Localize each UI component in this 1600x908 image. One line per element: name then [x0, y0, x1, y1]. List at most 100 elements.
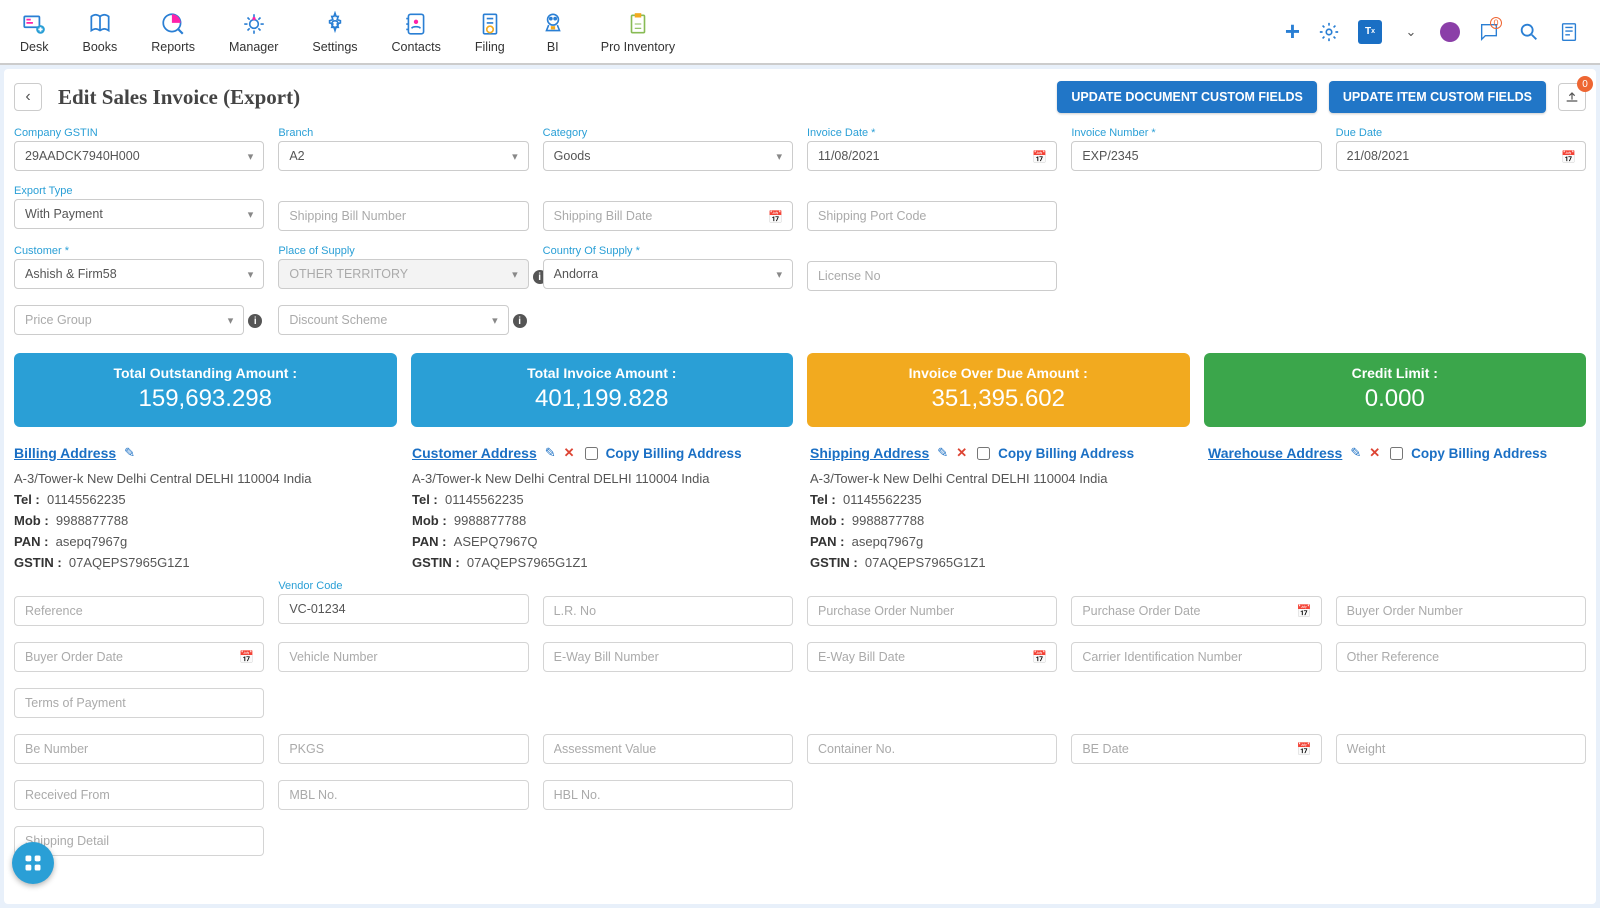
notification-icon[interactable]: 0	[1478, 21, 1500, 43]
info-icon[interactable]: i	[248, 314, 262, 328]
field-input[interactable]	[278, 594, 528, 624]
be-date-field[interactable]: 📅	[1071, 734, 1321, 764]
nav-items: Desk Books Reports Manager Settings Cont…	[20, 10, 675, 54]
shipping-bill-no-field[interactable]	[278, 185, 528, 231]
info-icon[interactable]: i	[513, 314, 527, 328]
field-value: OTHER TERRITORY	[289, 267, 408, 281]
received-from-field[interactable]	[14, 780, 264, 810]
country-of-supply-field[interactable]: Country Of Supply * Andorra	[543, 245, 793, 291]
customer-field[interactable]: Customer * Ashish & Firm58	[14, 245, 264, 291]
shipping-detail-field[interactable]	[14, 826, 264, 856]
upload-button[interactable]: 0	[1558, 83, 1586, 111]
purple-badge-icon[interactable]	[1440, 22, 1460, 42]
add-icon[interactable]: +	[1285, 16, 1300, 47]
invoice-number-field[interactable]: Invoice Number *	[1071, 127, 1321, 171]
calendar-icon[interactable]: 📅	[768, 210, 783, 224]
delete-icon[interactable]: ✕	[1369, 445, 1380, 461]
calendar-icon[interactable]: 📅	[1032, 650, 1047, 664]
field-input[interactable]	[807, 141, 1057, 171]
nav-settings[interactable]: Settings	[312, 10, 357, 54]
stat-value: 351,395.602	[815, 385, 1182, 413]
due-date-field[interactable]: Due Date 📅	[1336, 127, 1586, 171]
warehouse-address-title[interactable]: Warehouse Address	[1208, 445, 1342, 461]
field-value: Andorra	[554, 267, 598, 281]
delete-icon[interactable]: ✕	[564, 445, 575, 461]
edit-icon[interactable]: ✎	[1350, 445, 1361, 461]
field-input[interactable]	[543, 201, 793, 231]
terms-field[interactable]	[14, 688, 264, 718]
calendar-icon[interactable]: 📅	[1032, 150, 1047, 164]
settings-icon	[321, 10, 349, 38]
doc-icon[interactable]	[1558, 21, 1580, 43]
nav-contacts[interactable]: Contacts	[392, 10, 441, 54]
branch-field[interactable]: Branch A2	[278, 127, 528, 171]
billing-address-block: Billing Address ✎ A-3/Tower-k New Delhi …	[14, 445, 392, 576]
nav-books[interactable]: Books	[82, 10, 117, 54]
shipping-address-title[interactable]: Shipping Address	[810, 445, 929, 461]
edit-icon[interactable]: ✎	[937, 445, 948, 461]
nav-bi[interactable]: BI	[539, 10, 567, 54]
buyer-order-no-field[interactable]	[1336, 596, 1586, 626]
app-launcher-button[interactable]	[12, 842, 54, 884]
copy-billing-checkbox[interactable]	[1390, 447, 1403, 460]
eway-date-field[interactable]: 📅	[807, 642, 1057, 672]
field-input[interactable]	[807, 201, 1057, 231]
place-of-supply-field[interactable]: Place of Supply OTHER TERRITORY i	[278, 245, 528, 291]
field-input[interactable]	[1336, 141, 1586, 171]
nav-label: Settings	[312, 40, 357, 54]
discount-scheme-field[interactable]: Discount Scheme i	[278, 305, 508, 335]
customer-address-title[interactable]: Customer Address	[412, 445, 537, 461]
export-type-field[interactable]: Export Type With Payment	[14, 185, 264, 231]
other-ref-field[interactable]	[1336, 642, 1586, 672]
update-doc-cf-button[interactable]: UPDATE DOCUMENT CUSTOM FIELDS	[1057, 81, 1316, 113]
company-gstin-field[interactable]: Company GSTIN 29AADCK7940H000	[14, 127, 264, 171]
po-no-field[interactable]	[807, 596, 1057, 626]
gear-icon[interactable]	[1318, 21, 1340, 43]
shipping-port-field[interactable]	[807, 185, 1057, 231]
field-input[interactable]	[807, 261, 1057, 291]
chevron-down-icon[interactable]: ⌄	[1400, 21, 1422, 43]
shipping-bill-date-field[interactable]: 📅	[543, 185, 793, 231]
hbl-field[interactable]	[543, 780, 793, 810]
po-date-field[interactable]: 📅	[1071, 596, 1321, 626]
field-input[interactable]	[1071, 141, 1321, 171]
lr-no-field[interactable]	[543, 596, 793, 626]
copy-billing-checkbox[interactable]	[585, 447, 598, 460]
billing-address-title[interactable]: Billing Address	[14, 445, 116, 461]
buyer-order-date-field[interactable]: 📅	[14, 642, 264, 672]
nav-pro-inventory[interactable]: Pro Inventory	[601, 10, 675, 54]
nav-manager[interactable]: Manager	[229, 10, 278, 54]
field-input[interactable]	[278, 201, 528, 231]
search-icon[interactable]	[1518, 21, 1540, 43]
vendor-code-field[interactable]: Vendor Code	[278, 580, 528, 626]
field-label: Vendor Code	[278, 580, 528, 592]
license-no-field[interactable]	[807, 245, 1057, 291]
copy-billing-checkbox[interactable]	[977, 447, 990, 460]
category-field[interactable]: Category Goods	[543, 127, 793, 171]
tally-icon[interactable]: Tx	[1358, 20, 1382, 44]
eway-no-field[interactable]	[543, 642, 793, 672]
calendar-icon[interactable]: 📅	[1297, 742, 1312, 756]
be-no-field[interactable]	[14, 734, 264, 764]
weight-field[interactable]	[1336, 734, 1586, 764]
container-field[interactable]	[807, 734, 1057, 764]
nav-desk[interactable]: Desk	[20, 10, 48, 54]
back-button[interactable]: ‹	[14, 83, 42, 111]
delete-icon[interactable]: ✕	[956, 445, 967, 461]
calendar-icon[interactable]: 📅	[1561, 150, 1576, 164]
invoice-date-field[interactable]: Invoice Date * 📅	[807, 127, 1057, 171]
calendar-icon[interactable]: 📅	[239, 650, 254, 664]
vehicle-no-field[interactable]	[278, 642, 528, 672]
pkgs-field[interactable]	[278, 734, 528, 764]
nav-reports[interactable]: Reports	[151, 10, 195, 54]
assessment-field[interactable]	[543, 734, 793, 764]
nav-filing[interactable]: Filing	[475, 10, 505, 54]
edit-icon[interactable]: ✎	[124, 445, 135, 461]
edit-icon[interactable]: ✎	[545, 445, 556, 461]
carrier-id-field[interactable]	[1071, 642, 1321, 672]
calendar-icon[interactable]: 📅	[1297, 604, 1312, 618]
mbl-field[interactable]	[278, 780, 528, 810]
reference-field[interactable]	[14, 596, 264, 626]
update-item-cf-button[interactable]: UPDATE ITEM CUSTOM FIELDS	[1329, 81, 1546, 113]
price-group-field[interactable]: Price Group i	[14, 305, 244, 335]
